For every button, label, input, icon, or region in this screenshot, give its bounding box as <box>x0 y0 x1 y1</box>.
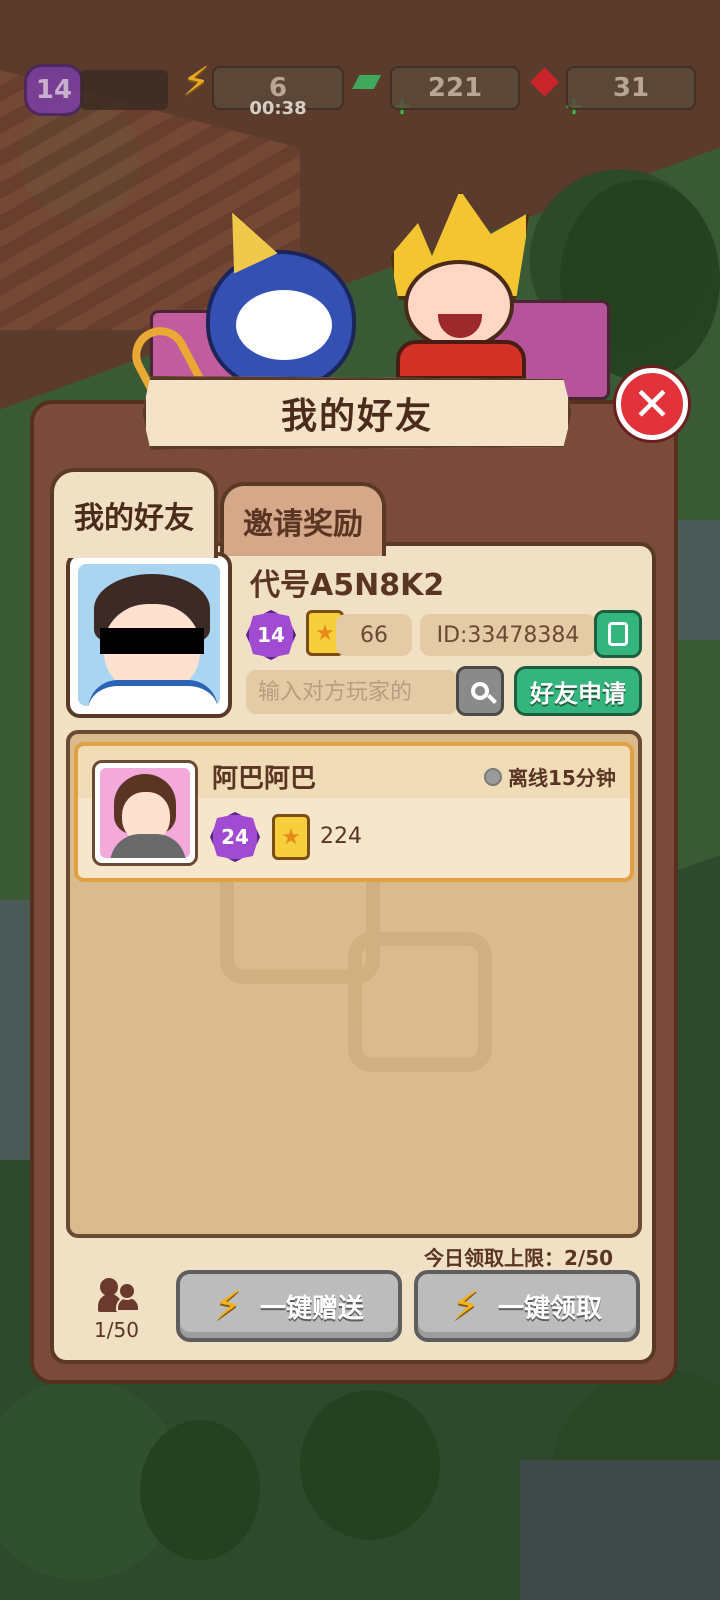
search-button[interactable] <box>456 666 504 716</box>
energy-bolt-icon: ⚡ <box>451 1283 481 1329</box>
hud-gems[interactable]: 31 <box>566 66 696 110</box>
dialog-title-ribbon: 我的好友 <box>142 376 572 450</box>
player-search-input[interactable] <box>246 670 458 714</box>
daily-claim-limit: 今日领取上限：2/50 <box>424 1246 614 1270</box>
star-hat-kid-illustration <box>390 190 530 380</box>
my-level-badge: 14 <box>246 610 296 660</box>
cash-icon: ▰ <box>352 57 382 101</box>
empty-list-watermark-icon <box>220 854 500 1094</box>
background-tree <box>140 1420 260 1560</box>
friend-name: 阿巴阿巴 <box>212 764 317 794</box>
search-icon <box>471 682 489 700</box>
background-tree <box>300 1390 440 1540</box>
tab-my-friends[interactable]: 我的好友 <box>50 468 218 558</box>
my-avatar[interactable] <box>66 552 232 718</box>
header-illustration <box>140 190 610 400</box>
friend-status: 离线15分钟 <box>484 762 616 791</box>
close-icon: ✕ <box>632 377 672 431</box>
tab-invite-rewards[interactable]: 邀请奖励 <box>220 482 386 556</box>
send-all-label: 一键赠送 <box>260 1293 365 1324</box>
claim-all-button[interactable]: ⚡ 一键领取 <box>414 1270 640 1342</box>
copy-id-button[interactable] <box>594 610 642 658</box>
cat-mascot-illustration <box>206 250 356 390</box>
gem-icon: ◆ <box>530 57 560 101</box>
close-button[interactable]: ✕ <box>616 368 688 440</box>
offline-status-icon <box>484 767 502 786</box>
hud-energy-timer: 00:38 <box>249 98 307 119</box>
friend-avatar[interactable] <box>92 760 198 866</box>
hud-cash[interactable]: 221 <box>390 66 520 110</box>
friend-level-badge: 24 <box>210 812 260 862</box>
dialog-title: 我的好友 <box>280 396 433 437</box>
friends-count-icon <box>98 1278 142 1312</box>
my-star-count: 66 <box>336 614 412 656</box>
copy-icon <box>608 622 628 646</box>
star-card-icon: ★ <box>272 814 310 860</box>
my-player-name: 代号A5N8K2 <box>250 568 445 603</box>
friend-request-button[interactable]: 好友申请 <box>514 666 642 716</box>
hud-xp-bar <box>80 70 168 110</box>
energy-bolt-icon: ⚡ <box>213 1283 243 1329</box>
friend-star-count: 224 <box>320 824 362 849</box>
hud-player-level[interactable]: 14 <box>24 64 84 116</box>
claim-all-label: 一键领取 <box>498 1293 603 1324</box>
friend-count: 1/50 <box>94 1318 139 1342</box>
my-player-id: ID:33478384 <box>420 614 596 656</box>
background-wall <box>520 1460 720 1600</box>
energy-bolt-icon: ⚡ <box>182 59 211 105</box>
friend-status-text: 离线15分钟 <box>508 766 616 790</box>
send-all-button[interactable]: ⚡ 一键赠送 <box>176 1270 402 1342</box>
